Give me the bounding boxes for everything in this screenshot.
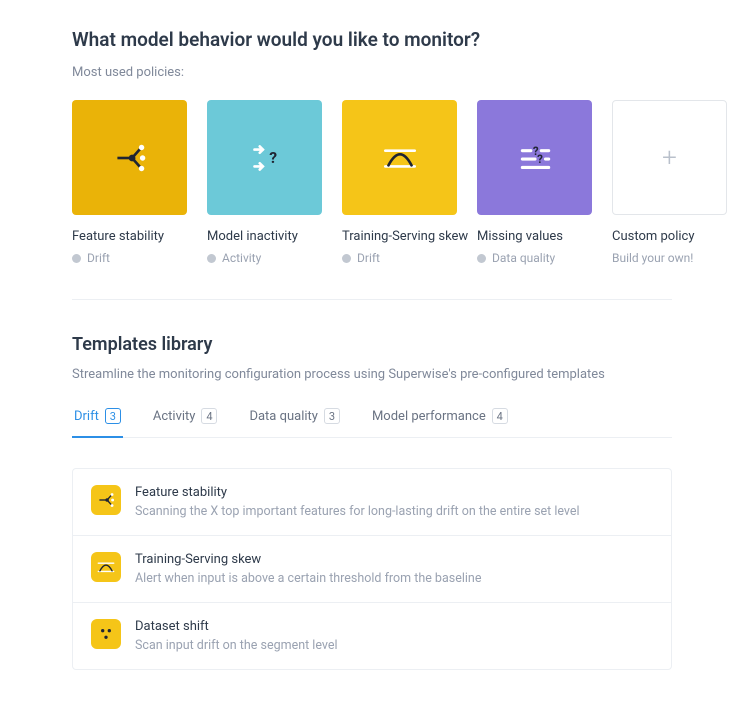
- library-title: Templates library: [72, 334, 746, 355]
- tag-dot-icon: [477, 254, 486, 263]
- svg-text:?: ?: [269, 148, 277, 167]
- tab-count: 4: [201, 408, 217, 424]
- tab-drift[interactable]: Drift 3: [72, 408, 123, 438]
- policy-card-title: Feature stability: [72, 229, 187, 244]
- tab-model-performance[interactable]: Model performance 4: [370, 408, 510, 438]
- tab-count: 4: [492, 408, 508, 424]
- policy-card-tag-label: Activity: [222, 251, 261, 265]
- template-description: Scanning the X top important features fo…: [135, 504, 580, 519]
- policy-card-tag: Drift: [342, 251, 457, 265]
- tab-activity[interactable]: Activity 4: [151, 408, 220, 438]
- template-tabs: Drift 3 Activity 4 Data quality 3 Model perfor…: [72, 408, 672, 438]
- curve-icon: [91, 552, 121, 582]
- tab-label: Drift: [74, 409, 99, 424]
- template-list: Feature stability Scanning the X top impo…: [72, 468, 672, 670]
- tag-dot-icon: [207, 254, 216, 263]
- policy-card[interactable]: Training-Serving skew Drift: [342, 100, 457, 265]
- page-subtitle: Most used policies:: [72, 65, 746, 80]
- policy-card-row: Feature stability Drift? Model inactivity A…: [72, 100, 746, 265]
- policy-card-tag-label: Drift: [357, 251, 380, 265]
- blanks-icon: ??: [514, 137, 556, 179]
- tab-label: Model performance: [372, 409, 486, 424]
- policy-tile: ?: [207, 100, 322, 215]
- svg-text:?: ?: [537, 152, 543, 166]
- branch-icon: [91, 485, 121, 515]
- policy-card[interactable]: Feature stability Drift: [72, 100, 187, 265]
- tag-dot-icon: [72, 254, 81, 263]
- policy-card-tag: Drift: [72, 251, 187, 265]
- template-title: Training-Serving skew: [135, 552, 481, 567]
- template-title: Feature stability: [135, 485, 580, 500]
- tab-count: 3: [105, 408, 121, 424]
- policy-card[interactable]: ?? Missing values Data quality: [477, 100, 592, 265]
- tab-data-quality[interactable]: Data quality 3: [247, 408, 342, 438]
- policy-card[interactable]: ? Model inactivity Activity: [207, 100, 322, 265]
- template-item[interactable]: Training-Serving skew Alert when input is…: [73, 536, 671, 603]
- policy-tile: +: [612, 100, 727, 215]
- library-description: Streamline the monitoring configuration …: [72, 367, 746, 382]
- tab-label: Activity: [153, 409, 196, 424]
- tab-label: Data quality: [249, 409, 318, 424]
- page-title: What model behavior would you like to mo…: [72, 28, 746, 51]
- template-title: Dataset shift: [135, 619, 338, 634]
- policy-tile: [342, 100, 457, 215]
- curve-icon: [379, 137, 421, 179]
- policy-card-tag: Data quality: [477, 251, 592, 265]
- tab-count: 3: [324, 408, 340, 424]
- policy-card-title: Model inactivity: [207, 229, 322, 244]
- plus-icon: +: [662, 143, 677, 173]
- template-item[interactable]: Dataset shift Scan input drift on the seg…: [73, 603, 671, 669]
- policy-card-title: Training-Serving skew: [342, 229, 457, 244]
- policy-card-tag-label: Build your own!: [612, 251, 693, 265]
- template-item[interactable]: Feature stability Scanning the X top impo…: [73, 469, 671, 536]
- section-divider: [72, 299, 672, 300]
- policy-card-tag: Activity: [207, 251, 322, 265]
- policy-tile: [72, 100, 187, 215]
- policy-card-tag: Build your own!: [612, 251, 727, 265]
- split-question-icon: ?: [244, 137, 286, 179]
- policy-card[interactable]: + Custom policy Build your own!: [612, 100, 727, 265]
- branch-icon: [109, 137, 151, 179]
- policy-card-title: Custom policy: [612, 229, 727, 244]
- policy-card-tag-label: Data quality: [492, 251, 555, 265]
- tag-dot-icon: [342, 254, 351, 263]
- template-description: Scan input drift on the segment level: [135, 638, 338, 653]
- policy-card-title: Missing values: [477, 229, 592, 244]
- policy-card-tag-label: Drift: [87, 251, 110, 265]
- template-description: Alert when input is above a certain thre…: [135, 571, 481, 586]
- dots-icon: [91, 619, 121, 649]
- policy-tile: ??: [477, 100, 592, 215]
